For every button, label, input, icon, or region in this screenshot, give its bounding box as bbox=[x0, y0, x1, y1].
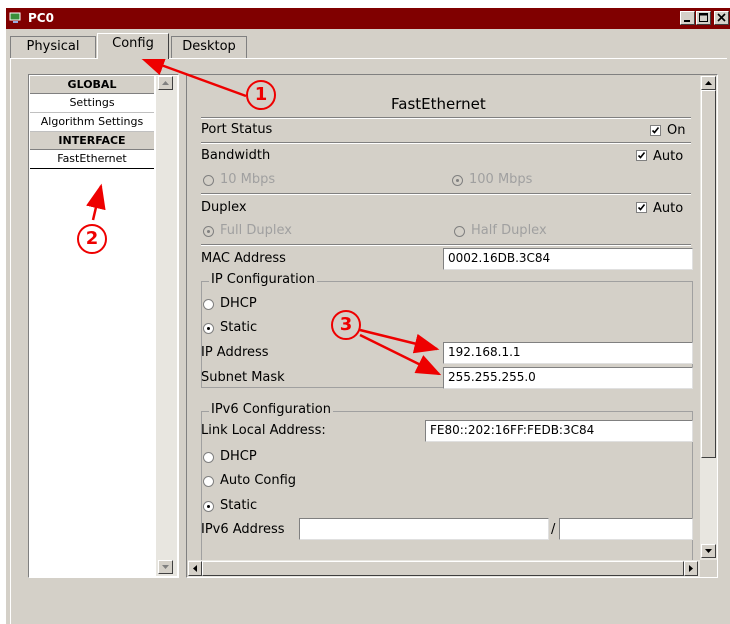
link-local-address-label: Link Local Address: bbox=[201, 423, 326, 438]
annotation-circle-2: 2 bbox=[77, 224, 107, 254]
prefix-separator: / bbox=[551, 522, 556, 537]
scroll-up-button[interactable] bbox=[701, 76, 716, 90]
port-status-checkbox[interactable] bbox=[650, 125, 661, 136]
scroll-thumb[interactable] bbox=[701, 90, 716, 458]
port-status-on-label: On bbox=[667, 123, 686, 138]
nav-scroll-down-button[interactable] bbox=[158, 560, 173, 574]
minimize-icon bbox=[684, 20, 690, 22]
nav-scrollbar[interactable] bbox=[156, 76, 177, 576]
ipv6-address-field[interactable] bbox=[299, 518, 549, 540]
bw-10-label: 10 Mbps bbox=[220, 172, 276, 187]
ipv6-dhcp-label: DHCP bbox=[220, 449, 257, 464]
ipv6-auto-config-radio[interactable] bbox=[203, 476, 214, 487]
ipv6-static-label: Static bbox=[220, 498, 258, 513]
arrow-down-icon bbox=[162, 565, 169, 569]
bandwidth-auto-checkbox[interactable] bbox=[636, 150, 647, 161]
ipv6-dhcp-radio[interactable] bbox=[203, 452, 214, 463]
nav-header-interface: INTERFACE bbox=[30, 132, 154, 150]
ip-static-radio[interactable] bbox=[203, 323, 214, 334]
content-vertical-scrollbar[interactable] bbox=[700, 76, 717, 560]
arrow-right-icon bbox=[689, 565, 693, 572]
nav-scroll-up-button[interactable] bbox=[158, 76, 173, 90]
maximize-icon bbox=[699, 13, 708, 22]
annotation-circle-3: 3 bbox=[331, 310, 361, 340]
minimize-button[interactable] bbox=[680, 11, 695, 25]
duplex-auto-checkbox[interactable] bbox=[636, 202, 647, 213]
divider bbox=[201, 117, 691, 119]
ipv6-prefix-field[interactable] bbox=[559, 518, 693, 540]
ip-address-field[interactable]: 192.168.1.1 bbox=[443, 342, 693, 364]
ip-address-label: IP Address bbox=[201, 345, 269, 360]
ip-configuration-title: IP Configuration bbox=[209, 272, 317, 287]
pc-icon bbox=[9, 12, 21, 23]
checkmark-icon bbox=[651, 127, 660, 134]
arrow-up-icon bbox=[705, 81, 712, 85]
bw-100-label: 100 Mbps bbox=[469, 172, 533, 187]
tab-physical[interactable]: Physical bbox=[10, 36, 96, 58]
scroll-right-button[interactable] bbox=[684, 561, 698, 576]
nav-item-settings[interactable]: Settings bbox=[30, 94, 154, 113]
nav-item-algorithm-settings[interactable]: Algorithm Settings bbox=[30, 113, 154, 132]
ipv6-auto-config-label: Auto Config bbox=[220, 473, 297, 488]
divider bbox=[201, 142, 691, 144]
checkmark-icon bbox=[637, 152, 646, 159]
window-title: PC0 bbox=[28, 11, 54, 25]
full-duplex-label: Full Duplex bbox=[220, 223, 292, 238]
tab-desktop[interactable]: Desktop bbox=[171, 36, 247, 58]
link-local-address-field[interactable]: FE80::202:16FF:FEDB:3C84 bbox=[425, 420, 693, 442]
arrow-up-icon bbox=[162, 81, 169, 85]
subnet-mask-label: Subnet Mask bbox=[201, 370, 285, 385]
scroll-down-button[interactable] bbox=[701, 544, 716, 558]
nav-header-global: GLOBAL bbox=[30, 76, 154, 94]
ip-static-label: Static bbox=[220, 320, 258, 335]
close-button[interactable] bbox=[714, 11, 729, 25]
ipv6-configuration-title: IPv6 Configuration bbox=[209, 402, 333, 417]
title-bar[interactable]: PC0 bbox=[6, 8, 730, 29]
duplex-label: Duplex bbox=[201, 200, 247, 215]
mac-address-field[interactable]: 0002.16DB.3C84 bbox=[443, 248, 693, 270]
ipv6-address-label: IPv6 Address bbox=[201, 522, 285, 537]
content-area: FastEthernet Port Status On Bandwidth Au… bbox=[186, 74, 718, 578]
duplex-auto-label: Auto bbox=[653, 201, 684, 216]
checkmark-icon bbox=[637, 204, 646, 211]
port-status-label: Port Status bbox=[201, 122, 273, 137]
bandwidth-auto-label: Auto bbox=[653, 149, 684, 164]
bandwidth-label: Bandwidth bbox=[201, 148, 271, 163]
half-duplex-radio[interactable] bbox=[454, 226, 465, 237]
divider bbox=[201, 193, 691, 195]
maximize-button[interactable] bbox=[696, 11, 711, 25]
arrow-left-icon bbox=[193, 565, 197, 572]
config-panel: GLOBAL Settings Algorithm Settings INTER… bbox=[10, 58, 727, 624]
divider bbox=[201, 244, 691, 246]
half-duplex-label: Half Duplex bbox=[471, 223, 547, 238]
scroll-left-button[interactable] bbox=[188, 561, 202, 576]
nav-list: GLOBAL Settings Algorithm Settings INTER… bbox=[28, 74, 179, 578]
horizontal-scroll-thumb[interactable] bbox=[202, 561, 684, 576]
ip-dhcp-label: DHCP bbox=[220, 296, 257, 311]
arrow-down-icon bbox=[705, 549, 712, 553]
nav-item-fastethernet[interactable]: FastEthernet bbox=[30, 150, 154, 169]
ip-dhcp-radio[interactable] bbox=[203, 299, 214, 310]
close-icon bbox=[717, 13, 726, 22]
ipv6-static-radio[interactable] bbox=[203, 501, 214, 512]
tab-config[interactable]: Config bbox=[97, 33, 169, 59]
bw-10-radio[interactable] bbox=[203, 175, 214, 186]
interface-heading: FastEthernet bbox=[391, 95, 486, 113]
content-horizontal-scrollbar[interactable] bbox=[188, 560, 700, 577]
subnet-mask-field[interactable]: 255.255.255.0 bbox=[443, 367, 693, 389]
bw-100-radio[interactable] bbox=[452, 175, 463, 186]
annotation-circle-1: 1 bbox=[246, 80, 276, 110]
pc0-window: PC0 Physical Config Desktop GLOBAL Setti… bbox=[6, 8, 730, 624]
full-duplex-radio[interactable] bbox=[203, 226, 214, 237]
mac-address-label: MAC Address bbox=[201, 251, 286, 266]
